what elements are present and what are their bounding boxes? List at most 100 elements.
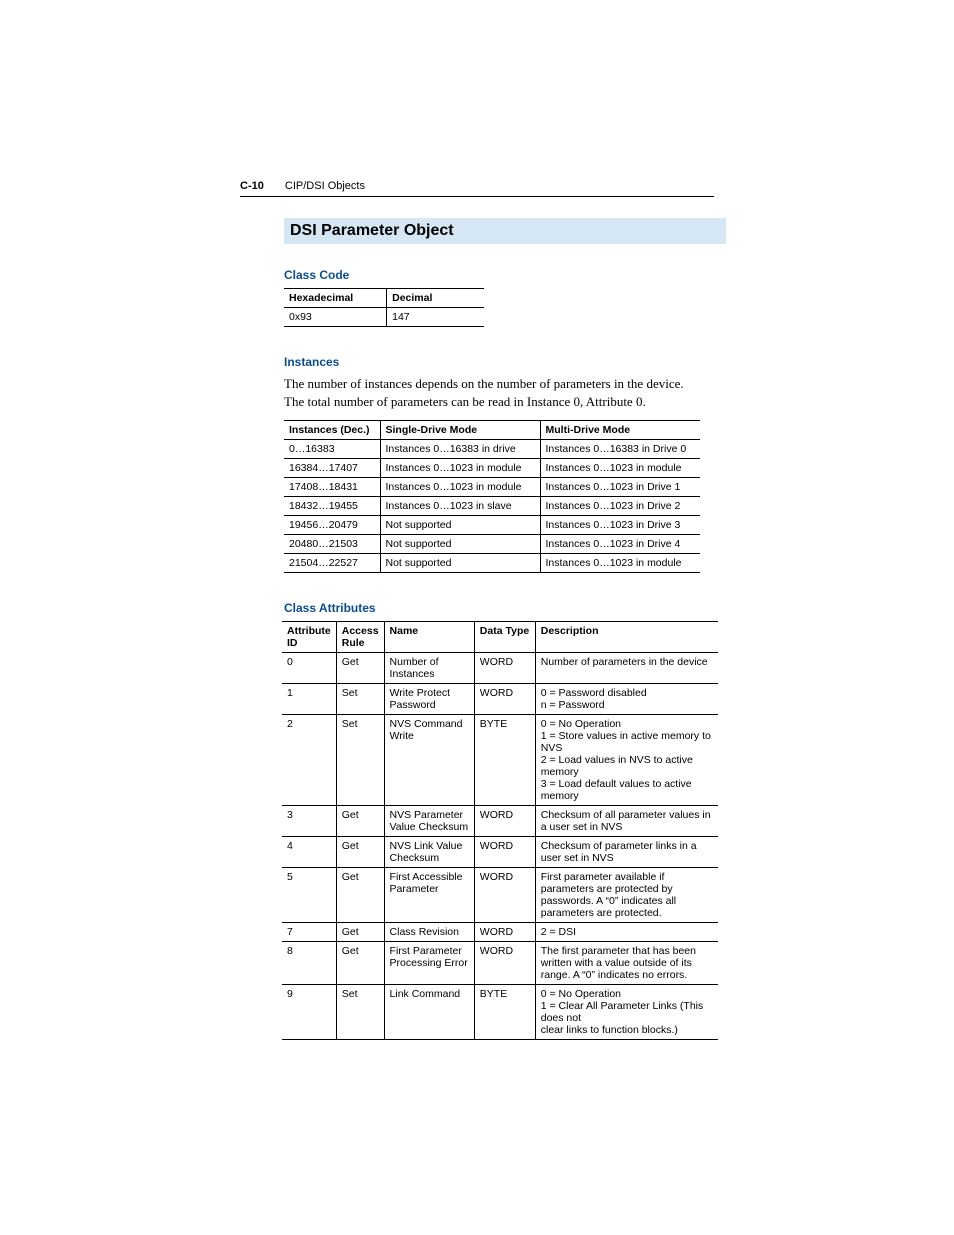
table-header-row: Instances (Dec.) Single-Drive Mode Multi…: [284, 421, 700, 440]
class-attributes-table: Attribute ID Access Rule Name Data Type …: [282, 621, 718, 1040]
section-title: DSI Parameter Object: [284, 218, 726, 244]
page-header-row: C-10 CIP/DSI Objects: [240, 180, 714, 197]
table-row: 0GetNumber of InstancesWORDNumber of par…: [282, 653, 718, 684]
cell: NVS Parameter Value Checksum: [384, 806, 474, 837]
cell: Get: [336, 837, 384, 868]
cell: 8: [282, 942, 336, 985]
cell: 5: [282, 868, 336, 923]
table-row: 21504…22527Not supportedInstances 0…1023…: [284, 554, 700, 573]
cell: Instances 0…1023 in module: [380, 459, 540, 478]
cell: 3: [282, 806, 336, 837]
cell: Number of Instances: [384, 653, 474, 684]
table-row: 9SetLink CommandBYTE0 = No Operation 1 =…: [282, 985, 718, 1040]
page: C-10 CIP/DSI Objects DSI Parameter Objec…: [0, 0, 954, 1235]
cell: Checksum of parameter links in a user se…: [535, 837, 718, 868]
cell: Instances 0…16383 in Drive 0: [540, 440, 700, 459]
table-row: 2SetNVS Command WriteBYTE0 = No Operatio…: [282, 715, 718, 806]
cell: Link Command: [384, 985, 474, 1040]
table-row: 0x93 147: [284, 308, 484, 327]
instances-table: Instances (Dec.) Single-Drive Mode Multi…: [284, 420, 700, 573]
cell: 0…16383: [284, 440, 380, 459]
class-code-heading: Class Code: [284, 268, 720, 282]
class-attributes-heading: Class Attributes: [284, 601, 720, 615]
col-access-rule: Access Rule: [336, 622, 384, 653]
cell: Instances 0…1023 in module: [380, 478, 540, 497]
cell: WORD: [474, 653, 535, 684]
cell: First Accessible Parameter: [384, 868, 474, 923]
cell: Get: [336, 653, 384, 684]
cell: Not supported: [380, 554, 540, 573]
cell: Set: [336, 684, 384, 715]
cell: Get: [336, 923, 384, 942]
table-row: 16384…17407Instances 0…1023 in moduleIns…: [284, 459, 700, 478]
cell: 7: [282, 923, 336, 942]
table-row: 0…16383Instances 0…16383 in driveInstanc…: [284, 440, 700, 459]
col-multi-drive: Multi-Drive Mode: [540, 421, 700, 440]
col-single-drive: Single-Drive Mode: [380, 421, 540, 440]
content-column: DSI Parameter Object Class Code Hexadeci…: [284, 218, 720, 1040]
cell: Get: [336, 806, 384, 837]
cell: Instances 0…1023 in module: [540, 554, 700, 573]
cell: WORD: [474, 942, 535, 985]
cell: 19456…20479: [284, 516, 380, 535]
col-data-type: Data Type: [474, 622, 535, 653]
cell: 0: [282, 653, 336, 684]
cell: Instances 0…1023 in Drive 1: [540, 478, 700, 497]
cell: 21504…22527: [284, 554, 380, 573]
instances-heading: Instances: [284, 355, 720, 369]
cell-dec: 147: [387, 308, 484, 327]
instances-body: The number of instances depends on the n…: [284, 375, 684, 410]
cell: Get: [336, 868, 384, 923]
col-hexadecimal: Hexadecimal: [284, 289, 387, 308]
table-row: 8GetFirst Parameter Processing ErrorWORD…: [282, 942, 718, 985]
cell: Not supported: [380, 535, 540, 554]
cell: 18432…19455: [284, 497, 380, 516]
cell: Set: [336, 985, 384, 1040]
cell: The first parameter that has been writte…: [535, 942, 718, 985]
cell: Get: [336, 942, 384, 985]
cell: 0 = Password disabled n = Password: [535, 684, 718, 715]
cell: Instances 0…16383 in drive: [380, 440, 540, 459]
cell: WORD: [474, 868, 535, 923]
col-description: Description: [535, 622, 718, 653]
cell: Instances 0…1023 in slave: [380, 497, 540, 516]
cell: Class Revision: [384, 923, 474, 942]
col-name: Name: [384, 622, 474, 653]
table-row: 5GetFirst Accessible ParameterWORDFirst …: [282, 868, 718, 923]
cell: 17408…18431: [284, 478, 380, 497]
table-header-row: Attribute ID Access Rule Name Data Type …: [282, 622, 718, 653]
cell: WORD: [474, 684, 535, 715]
cell: Number of parameters in the device: [535, 653, 718, 684]
class-code-table: Hexadecimal Decimal 0x93 147: [284, 288, 484, 327]
cell: Not supported: [380, 516, 540, 535]
cell: Instances 0…1023 in module: [540, 459, 700, 478]
cell: 1: [282, 684, 336, 715]
cell: Checksum of all parameter values in a us…: [535, 806, 718, 837]
col-instances-dec: Instances (Dec.): [284, 421, 380, 440]
cell: Instances 0…1023 in Drive 3: [540, 516, 700, 535]
cell: Instances 0…1023 in Drive 2: [540, 497, 700, 516]
cell: BYTE: [474, 985, 535, 1040]
table-row: 20480…21503Not supportedInstances 0…1023…: [284, 535, 700, 554]
cell: NVS Command Write: [384, 715, 474, 806]
cell: 9: [282, 985, 336, 1040]
cell: 0 = No Operation 1 = Clear All Parameter…: [535, 985, 718, 1040]
cell: WORD: [474, 806, 535, 837]
chapter-title: CIP/DSI Objects: [285, 180, 365, 192]
cell: 4: [282, 837, 336, 868]
table-row: 17408…18431Instances 0…1023 in moduleIns…: [284, 478, 700, 497]
cell: Set: [336, 715, 384, 806]
table-row: 19456…20479Not supportedInstances 0…1023…: [284, 516, 700, 535]
cell: NVS Link Value Checksum: [384, 837, 474, 868]
cell: First Parameter Processing Error: [384, 942, 474, 985]
col-decimal: Decimal: [387, 289, 484, 308]
cell: Write Protect Password: [384, 684, 474, 715]
cell-hex: 0x93: [284, 308, 387, 327]
table-header-row: Hexadecimal Decimal: [284, 289, 484, 308]
table-row: 3GetNVS Parameter Value ChecksumWORDChec…: [282, 806, 718, 837]
cell: 20480…21503: [284, 535, 380, 554]
cell: First parameter available if parameters …: [535, 868, 718, 923]
cell: 0 = No Operation 1 = Store values in act…: [535, 715, 718, 806]
page-number: C-10: [240, 180, 264, 192]
cell: WORD: [474, 923, 535, 942]
